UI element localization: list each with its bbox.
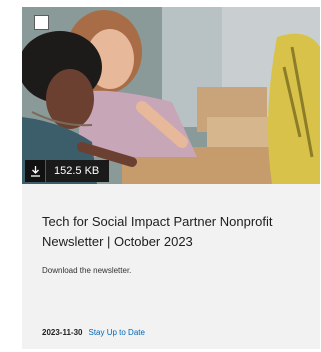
select-checkbox[interactable]	[34, 15, 49, 30]
card-title[interactable]: Tech for Social Impact Partner Nonprofit…	[42, 212, 312, 252]
resource-card[interactable]: 152.5 KB Tech for Social Impact Partner …	[22, 7, 320, 349]
file-info-bar: 152.5 KB	[25, 160, 110, 182]
category-link[interactable]: Stay Up to Date	[88, 328, 144, 337]
card-description: Download the newsletter.	[42, 266, 132, 275]
publish-date: 2023-11-30	[42, 328, 83, 337]
download-icon[interactable]	[25, 160, 45, 182]
file-size-badge: 152.5 KB	[45, 160, 110, 182]
card-meta: 2023-11-30 Stay Up to Date	[42, 328, 145, 337]
thumbnail-image: 152.5 KB	[22, 7, 320, 184]
